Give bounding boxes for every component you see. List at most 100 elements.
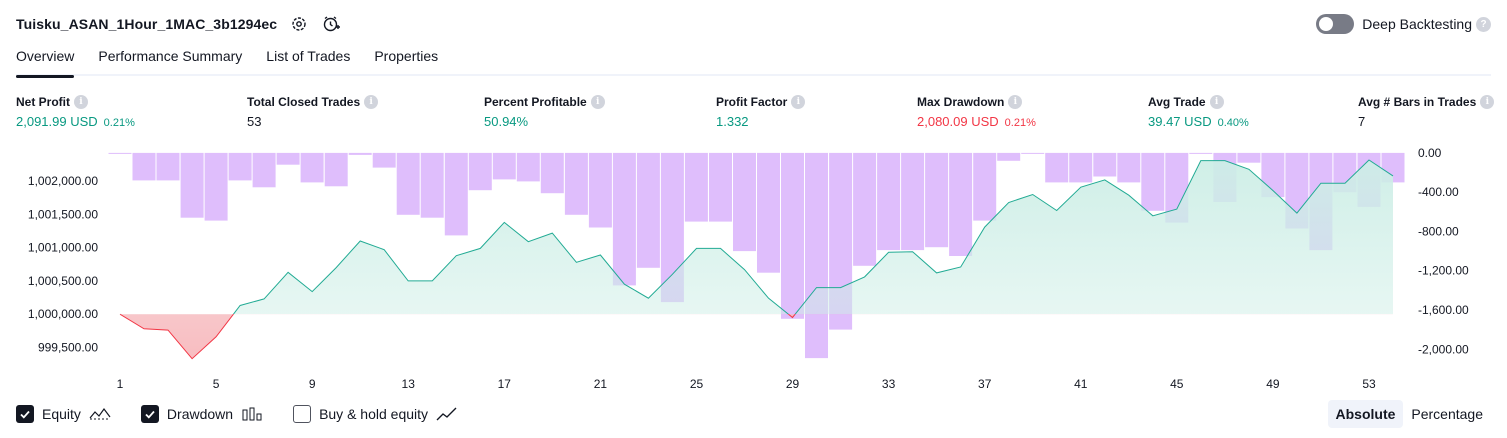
scale-mode-switch: Absolute Percentage: [1327, 400, 1492, 428]
deep-backtesting-control: Deep Backtesting ?: [1316, 12, 1491, 36]
drawdown-bar: [853, 152, 877, 266]
deep-backtesting-label: Deep Backtesting: [1362, 16, 1472, 32]
drawdown-bar: [612, 152, 636, 286]
x-tick: 41: [1074, 377, 1088, 391]
x-tick: 1: [117, 377, 124, 391]
deep-backtesting-toggle[interactable]: [1316, 14, 1355, 34]
percentage-button[interactable]: Percentage: [1403, 400, 1491, 428]
metric-percent: 0.21%: [1004, 117, 1036, 129]
absolute-button[interactable]: Absolute: [1327, 400, 1404, 428]
metric-avg-trade: Avg Trade i 39.47 USD 0.40%: [1148, 94, 1249, 129]
y-tick-left: 999,500.00: [38, 340, 98, 354]
x-tick: 13: [402, 377, 416, 391]
tab-properties[interactable]: Properties: [374, 44, 438, 76]
drawdown-bar: [252, 152, 276, 188]
drawdown-bar: [1021, 152, 1045, 154]
metric-value: 39.47 USD: [1148, 114, 1212, 129]
metrics-row: Net Profit i 2,091.99 USD 0.21% Total Clos…: [0, 94, 1507, 134]
metric-net-profit: Net Profit i 2,091.99 USD 0.21%: [16, 94, 135, 129]
y-tick-left: 1,001,500.00: [28, 208, 98, 222]
metric-percent: 0.40%: [1217, 117, 1249, 129]
tab-overview[interactable]: Overview: [16, 44, 75, 78]
tab-performance-summary[interactable]: Performance Summary: [98, 44, 242, 76]
legend-buy-hold-equity[interactable]: Buy & hold equity: [293, 405, 458, 423]
y-tick-left: 1,002,000.00: [28, 174, 98, 188]
help-icon[interactable]: ?: [1476, 16, 1491, 32]
chart-legend: Equity Drawdown Buy & hold equity: [16, 402, 488, 426]
drawdown-bar: [684, 152, 708, 222]
metric-value: 2,080.09 USD: [917, 114, 999, 129]
strategy-header: Tuisku_ASAN_1Hour_1MAC_3b1294ec: [16, 12, 341, 36]
drawdown-bar: [180, 152, 204, 218]
metric-value: 7: [1358, 114, 1366, 129]
y-tick-right: -800.00: [1418, 225, 1459, 239]
metric-avg-bars-in-trades: Avg # Bars in Trades i 7: [1358, 94, 1495, 129]
add-alert-clock-icon[interactable]: [321, 14, 341, 34]
legend-drawdown[interactable]: Drawdown: [140, 405, 263, 423]
drawdown-bar: [468, 152, 492, 191]
info-icon[interactable]: i: [1480, 95, 1495, 109]
x-tick: 5: [213, 377, 220, 391]
drawdown-bar: [588, 152, 612, 228]
y-tick-left: 1,000,500.00: [28, 274, 98, 288]
drawdown-bar: [348, 152, 372, 155]
y-tick-right: -1,200.00: [1418, 264, 1469, 278]
equity-checkbox[interactable]: [16, 405, 34, 423]
y-tick-right: -2,000.00: [1418, 342, 1469, 356]
drawdown-bar: [396, 152, 420, 215]
settings-gear-icon[interactable]: [289, 14, 309, 34]
info-icon[interactable]: i: [1008, 95, 1023, 109]
drawdown-bar: [324, 152, 348, 187]
metric-label: Avg # Bars in Trades: [1358, 95, 1477, 109]
x-tick: 49: [1266, 377, 1280, 391]
equity-line-icon: [89, 407, 111, 420]
x-tick: 21: [594, 377, 608, 391]
toggle-knob: [1319, 17, 1334, 31]
metric-label: Net Profit: [16, 95, 70, 109]
drawdown-bar: [1045, 152, 1069, 183]
x-tick: 53: [1362, 377, 1376, 391]
drawdown-bar: [1069, 152, 1093, 183]
x-tick: 29: [786, 377, 800, 391]
equity-drawdown-chart[interactable]: 999,500.00 1,000,000.00 1,000,500.00 1,001,…: [0, 140, 1507, 395]
metric-label: Profit Factor: [716, 95, 788, 109]
drawdown-checkbox[interactable]: [140, 405, 159, 423]
drawdown-bar: [372, 152, 396, 168]
drawdown-bar: [564, 152, 588, 215]
metric-max-drawdown: Max Drawdown i 2,080.09 USD 0.21%: [917, 94, 1036, 129]
y-tick-left: 1,000,000.00: [28, 307, 98, 321]
tab-list-of-trades[interactable]: List of Trades: [266, 44, 350, 76]
metric-value: 53: [247, 114, 262, 129]
drawdown-bar: [420, 152, 444, 218]
drawdown-bar: [228, 152, 252, 181]
y-tick-right: -400.00: [1418, 185, 1459, 199]
metric-value: 2,091.99 USD: [16, 114, 98, 129]
drawdown-bar: [901, 152, 925, 251]
drawdown-bar: [1093, 152, 1117, 177]
drawdown-bar: [276, 152, 300, 165]
equity-positive-area: [233, 160, 1393, 315]
info-icon[interactable]: i: [74, 95, 88, 109]
metric-label: Total Closed Trades: [247, 95, 361, 109]
info-icon[interactable]: i: [364, 95, 379, 109]
drawdown-bar: [1141, 152, 1165, 211]
strategy-name: Tuisku_ASAN_1Hour_1MAC_3b1294ec: [16, 16, 278, 32]
info-icon[interactable]: i: [1209, 95, 1224, 109]
drawdown-bar: [132, 152, 156, 181]
x-tick: 9: [309, 377, 316, 391]
drawdown-bar: [540, 152, 564, 194]
y-tick-left: 1,001,000.00: [28, 241, 98, 255]
drawdown-bar: [204, 152, 228, 221]
metric-value: 1.332: [716, 114, 749, 129]
metric-percent-profitable: Percent Profitable i 50.94%: [484, 94, 605, 129]
info-icon[interactable]: i: [590, 95, 605, 109]
legend-equity[interactable]: Equity: [16, 405, 111, 423]
drawdown-bar: [877, 152, 901, 251]
drawdown-bar: [1189, 152, 1213, 154]
buy-hold-checkbox[interactable]: [293, 405, 312, 423]
drawdown-bar: [805, 152, 828, 359]
x-tick: 25: [690, 377, 704, 391]
info-icon[interactable]: i: [791, 95, 806, 109]
metric-value: 50.94%: [484, 114, 529, 129]
drawdown-bar: [781, 152, 804, 319]
